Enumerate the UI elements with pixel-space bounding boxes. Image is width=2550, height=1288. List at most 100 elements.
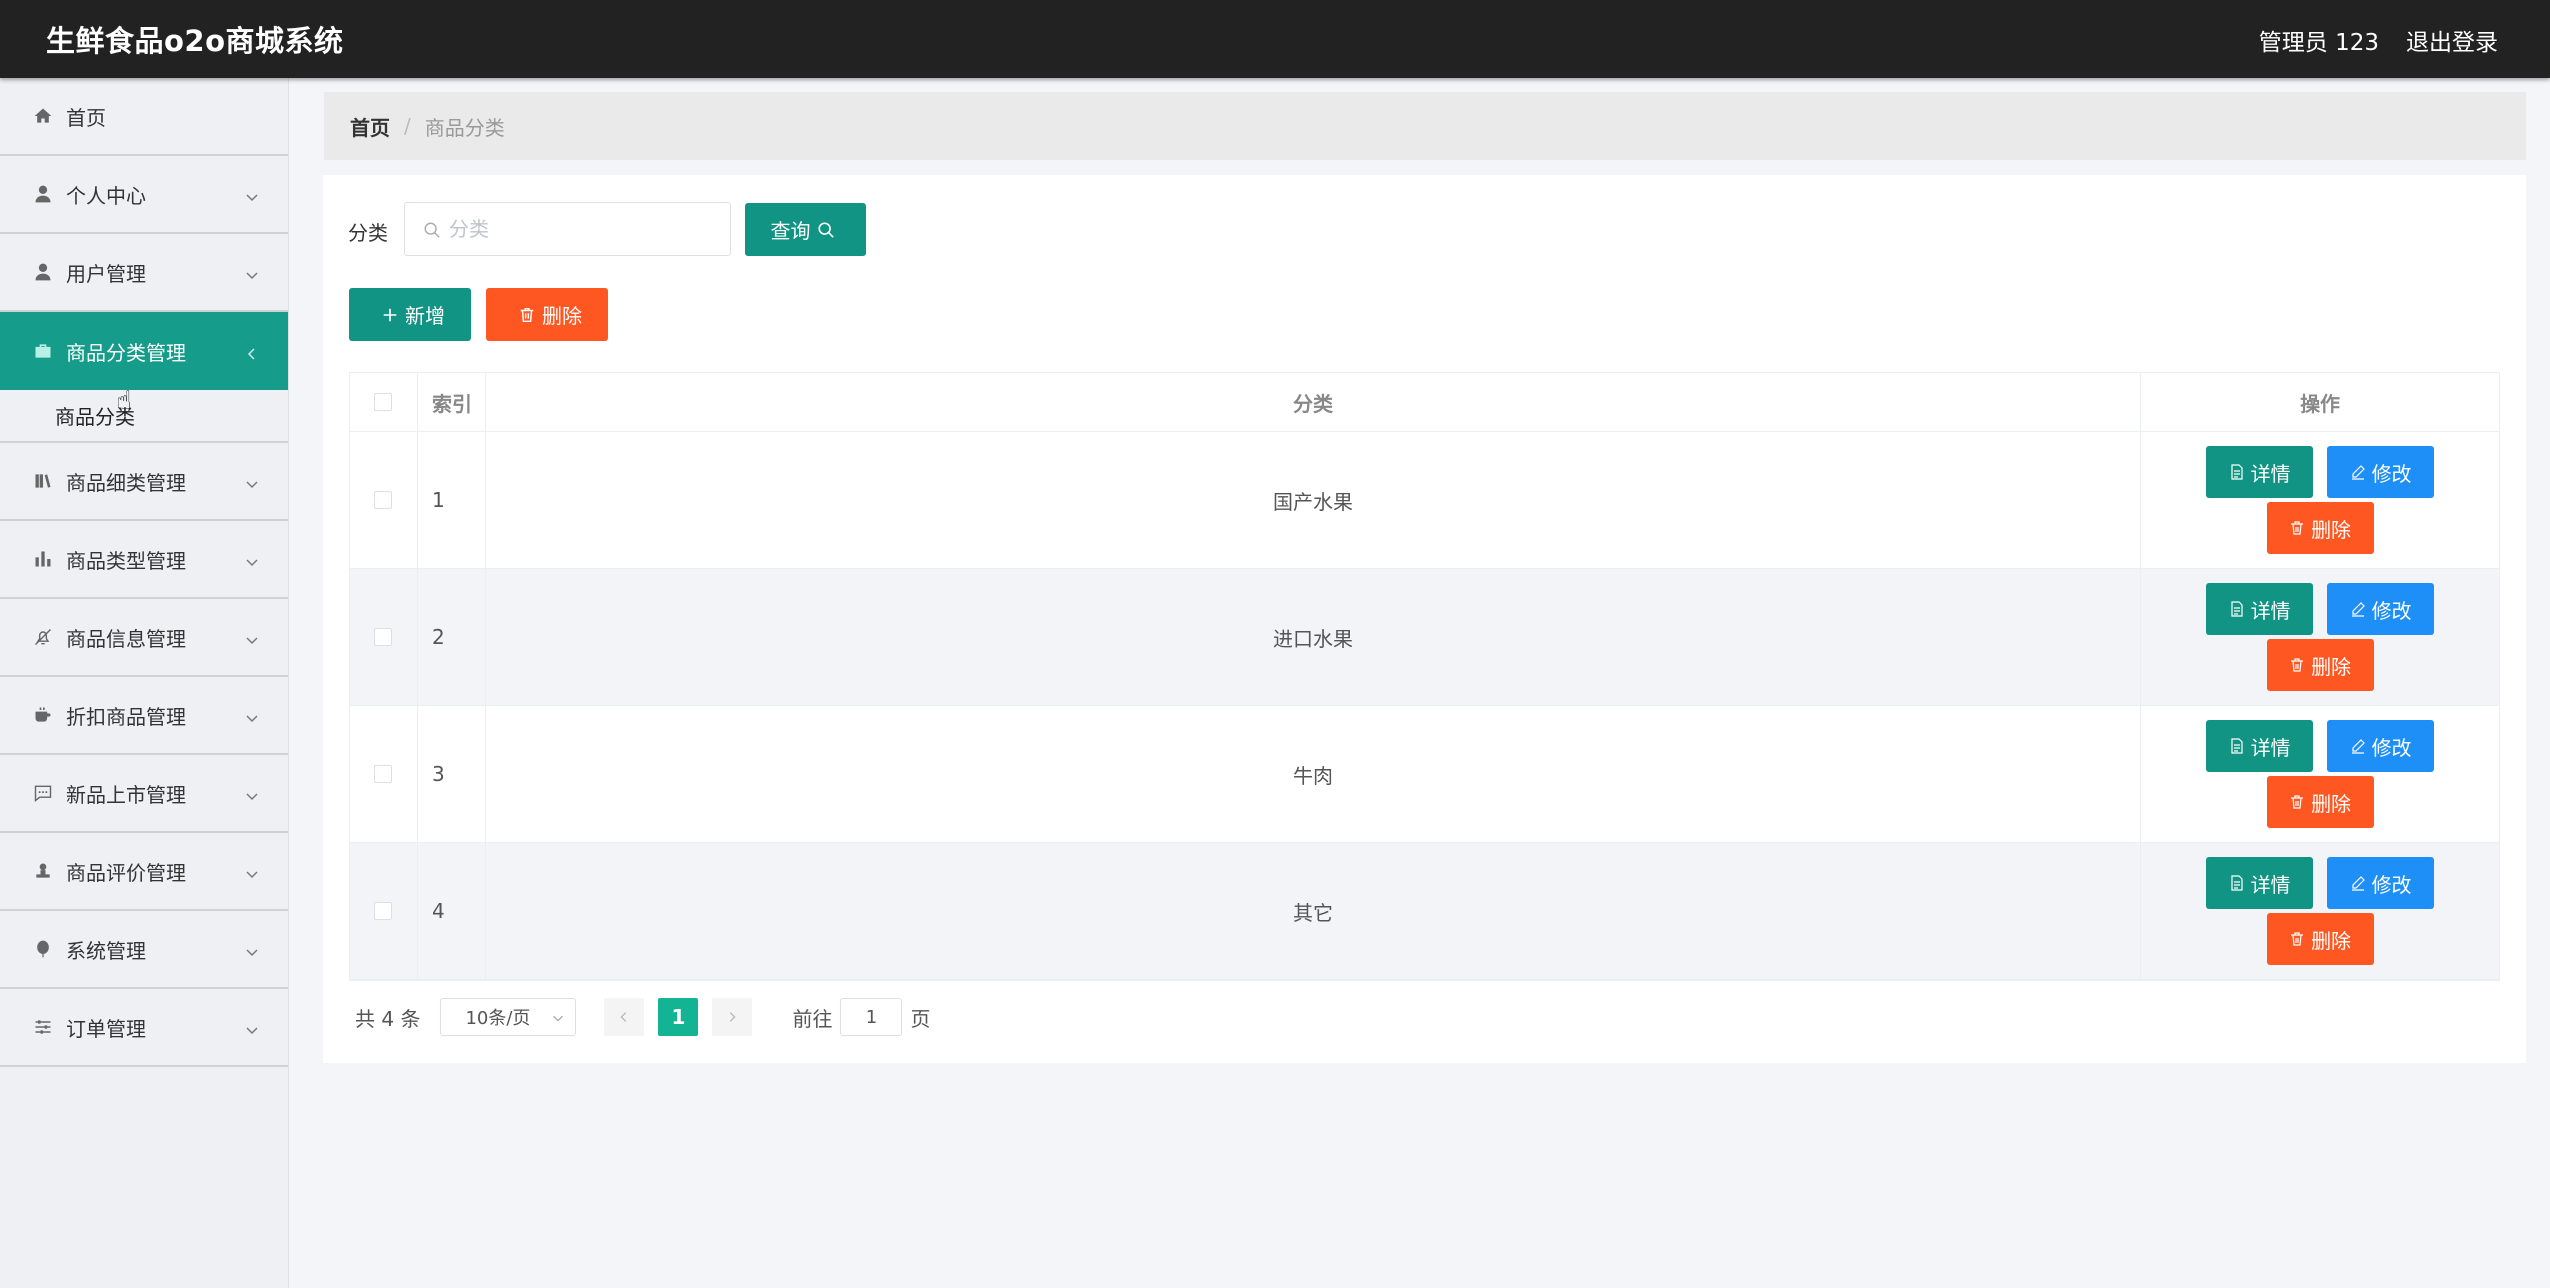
sidebar-item-system-management[interactable]: 系统管理: [0, 911, 288, 989]
row-operations: 详情 修改 删除: [2141, 432, 2499, 568]
edit-icon: [2351, 739, 2365, 754]
add-button[interactable]: 新增: [349, 288, 471, 341]
document-icon: [2230, 601, 2243, 617]
delete-button[interactable]: 删除: [2266, 776, 2374, 828]
bar-chart-icon: [32, 548, 54, 570]
edit-button[interactable]: 修改: [2327, 857, 2435, 909]
edit-button-label: 修改: [2371, 461, 2412, 486]
next-page-button[interactable]: [712, 998, 753, 1036]
coffee-icon: [32, 704, 54, 726]
sidebar-item-label: 个人中心: [66, 183, 146, 208]
stamp-icon: [32, 860, 54, 882]
row-category: 其它: [486, 843, 2142, 979]
sidebar-item-label: 新品上市管理: [66, 782, 186, 807]
sidebar-item-user-management[interactable]: 用户管理: [0, 234, 288, 312]
row-checkbox-cell: [350, 432, 418, 568]
prev-page-button[interactable]: [604, 998, 645, 1036]
chevron-down-icon: [244, 707, 260, 723]
search-input[interactable]: [449, 217, 709, 241]
row-index: 3: [418, 706, 486, 842]
row-checkbox-cell: [350, 843, 418, 979]
row-checkbox[interactable]: [374, 902, 393, 920]
trash-icon: [2291, 795, 2304, 809]
sidebar-item-review-management[interactable]: 商品评价管理: [0, 833, 288, 911]
delete-button-label: 删除: [2311, 928, 2352, 953]
balloon-icon: [32, 938, 54, 960]
submenu-item-category[interactable]: 商品分类 ☝: [0, 386, 288, 443]
header-category: 分类: [486, 373, 2142, 431]
row-checkbox-cell: [350, 706, 418, 842]
detail-button[interactable]: 详情: [2206, 857, 2314, 909]
bookshelf-icon: [32, 470, 54, 492]
detail-button[interactable]: 详情: [2206, 720, 2314, 772]
chevron-down-icon: [244, 1019, 260, 1035]
sidebar-item-type-management[interactable]: 商品类型管理: [0, 521, 288, 599]
sidebar-item-label: 首页: [66, 105, 106, 130]
row-checkbox[interactable]: [374, 765, 393, 783]
category-table: 索引 分类 操作 1 国产水果 详情 修改 删除 2 进口水果 详情 修改 删除…: [349, 372, 2500, 981]
sidebar-item-label: 商品评价管理: [66, 860, 186, 885]
chat-icon: [32, 782, 54, 804]
page-size-select[interactable]: 10条/页: [440, 998, 577, 1036]
breadcrumb-home-link[interactable]: 首页: [350, 112, 390, 141]
delete-button[interactable]: 删除: [2266, 913, 2374, 965]
detail-button-label: 详情: [2250, 735, 2291, 760]
delete-button[interactable]: 删除: [2266, 639, 2374, 691]
search-field[interactable]: [404, 202, 731, 256]
sidebar-item-new-arrivals-management[interactable]: 新品上市管理: [0, 755, 288, 833]
sidebar-item-label: 订单管理: [66, 1016, 146, 1041]
sidebar: 首页 个人中心 用户管理 商品分类管理 商品分类 ☝ 商品细类管理 商品类型管理…: [0, 78, 289, 1288]
row-operations: 详情 修改 删除: [2141, 843, 2499, 979]
trash-icon: [2291, 521, 2304, 535]
top-header: 生鲜食品o2o商城系统 管理员 123 退出登录: [0, 0, 2550, 78]
sidebar-item-label: 用户管理: [66, 261, 146, 286]
page-number-current[interactable]: 1: [658, 998, 699, 1036]
edit-button[interactable]: 修改: [2327, 583, 2435, 635]
delete-button[interactable]: 删除: [2266, 502, 2374, 554]
edit-button[interactable]: 修改: [2327, 446, 2435, 498]
breadcrumb-current: 商品分类: [424, 115, 505, 140]
sidebar-item-personal-center[interactable]: 个人中心: [0, 156, 288, 234]
sidebar-item-order-management[interactable]: 订单管理: [0, 989, 288, 1067]
plus-icon: [383, 308, 397, 321]
goto-page-field[interactable]: [840, 998, 903, 1036]
document-icon: [2230, 875, 2243, 891]
edit-icon: [2351, 876, 2365, 891]
detail-button[interactable]: 详情: [2206, 583, 2314, 635]
logout-link[interactable]: 退出登录: [2406, 23, 2498, 57]
edit-button[interactable]: 修改: [2327, 720, 2435, 772]
table-row: 2 进口水果 详情 修改 删除: [350, 569, 2499, 706]
detail-button[interactable]: 详情: [2206, 446, 2314, 498]
row-checkbox[interactable]: [374, 628, 393, 646]
row-checkbox[interactable]: [374, 491, 393, 509]
goto-page-input[interactable]: [851, 1006, 892, 1028]
sidebar-item-home[interactable]: 首页: [0, 78, 288, 156]
sidebar-item-discount-management[interactable]: 折扣商品管理: [0, 677, 288, 755]
row-index: 1: [418, 432, 486, 568]
hand-cursor-icon: ☝: [116, 386, 132, 416]
home-icon: [32, 105, 54, 127]
table-row: 4 其它 详情 修改 删除: [350, 843, 2499, 980]
goto-label: 前往: [792, 1006, 833, 1031]
select-all-checkbox[interactable]: [374, 393, 393, 411]
sidebar-item-label: 商品信息管理: [66, 626, 186, 651]
chevron-left-icon: [244, 343, 260, 360]
briefcase-icon: [32, 340, 54, 362]
delete-button-label: 删除: [2311, 654, 2352, 679]
delete-button-label: 删除: [542, 304, 582, 328]
sliders-icon: [32, 1016, 54, 1038]
header-checkbox-cell: [350, 373, 418, 431]
query-button[interactable]: 查询: [745, 203, 866, 256]
sidebar-item-category-management[interactable]: 商品分类管理: [0, 312, 288, 390]
detail-button-label: 详情: [2250, 598, 2291, 623]
chevron-down-icon: [244, 785, 260, 801]
header-operations: 操作: [2300, 391, 2341, 416]
query-button-label: 查询: [770, 219, 811, 243]
document-icon: [2230, 464, 2243, 480]
search-icon: [817, 221, 834, 238]
batch-delete-button[interactable]: 删除: [486, 288, 608, 341]
trash-icon: [2291, 932, 2304, 946]
sidebar-item-subcategory-management[interactable]: 商品细类管理: [0, 443, 288, 521]
table-row: 1 国产水果 详情 修改 删除: [350, 432, 2499, 569]
sidebar-item-product-info-management[interactable]: 商品信息管理: [0, 599, 288, 677]
